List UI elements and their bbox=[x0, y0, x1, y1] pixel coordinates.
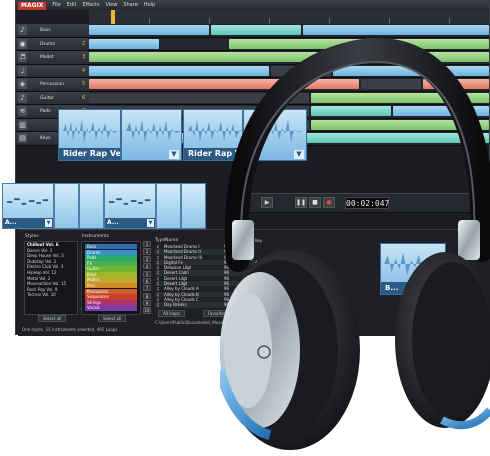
number-button[interactable]: 3 bbox=[143, 255, 151, 262]
headphones-image bbox=[220, 37, 490, 450]
clip-label: Rider Rap Ver... bbox=[59, 148, 120, 160]
instrument-item[interactable]: Perc bbox=[85, 283, 137, 289]
column-type[interactable]: Type bbox=[155, 237, 165, 244]
column-name[interactable]: Name bbox=[165, 237, 225, 244]
audio-clip[interactable] bbox=[89, 38, 159, 49]
audio-clip-large[interactable] bbox=[181, 183, 206, 229]
track-name: Guitar bbox=[40, 95, 54, 101]
instruments-list: Bass Drums Pads FX Guitar Keys Mallet Pe… bbox=[81, 241, 141, 315]
status-text: One styles, 15 instruments selected, 491… bbox=[22, 327, 118, 332]
track-header[interactable]: ♬ Mallet 3 bbox=[16, 51, 89, 64]
mallet-icon: ♬ bbox=[18, 52, 27, 62]
waveform bbox=[63, 119, 118, 143]
instrument-item[interactable]: Vocals bbox=[85, 305, 137, 311]
audio-clip-large[interactable]: A... ▼ bbox=[104, 183, 156, 229]
track-name: Keys bbox=[40, 136, 51, 141]
all-loops-button[interactable]: All loops bbox=[158, 310, 185, 317]
number-button[interactable]: 9 bbox=[143, 300, 151, 307]
clip-menu-icon[interactable]: ▼ bbox=[147, 219, 154, 227]
number-button[interactable]: 7 bbox=[143, 285, 151, 292]
styles-title: Styles bbox=[25, 234, 39, 239]
clip-menu-icon[interactable]: ▼ bbox=[45, 219, 52, 227]
number-button[interactable]: 10 bbox=[143, 307, 151, 314]
number-button[interactable]: 1 bbox=[143, 241, 151, 248]
instrument-item[interactable]: Keys bbox=[85, 271, 137, 278]
track-header[interactable]: ◈ Percussion 5 bbox=[16, 78, 89, 91]
menu-effects[interactable]: Effects bbox=[82, 1, 99, 10]
pads-icon: ≋ bbox=[18, 106, 27, 116]
loop-type: ♫ bbox=[156, 302, 160, 308]
track-header[interactable]: ♪ Guitar 6 bbox=[16, 91, 89, 104]
instrument-item[interactable]: Percussion bbox=[85, 288, 137, 295]
track-name: Drums bbox=[40, 41, 55, 47]
waveform bbox=[6, 198, 49, 205]
instrument-item[interactable]: Sequences bbox=[85, 294, 137, 300]
playhead-marker[interactable] bbox=[111, 10, 115, 24]
percussion-icon: ◈ bbox=[18, 79, 27, 89]
bass-guitar-icon: ♪ bbox=[18, 25, 27, 35]
menu-file[interactable]: File bbox=[52, 1, 60, 10]
audio-clip-large[interactable]: A... ▼ bbox=[2, 183, 54, 229]
guitar-icon: ♪ bbox=[18, 92, 27, 103]
audio-clip-large[interactable]: Rider Rap Ver... bbox=[58, 109, 121, 161]
select-all-instruments-button[interactable]: Select all bbox=[98, 315, 127, 322]
instrument-item[interactable]: Strings bbox=[85, 299, 137, 306]
track-name: Pads bbox=[40, 109, 51, 114]
loop-name: Day Breaks bbox=[164, 302, 187, 308]
track-number: 6 bbox=[82, 94, 86, 101]
instrument-icon: ♩ bbox=[18, 65, 27, 76]
keys-icon: ▤ bbox=[18, 133, 27, 143]
instrument-item[interactable]: Mallet bbox=[85, 277, 137, 283]
audio-clip-large[interactable]: ▼ bbox=[121, 109, 182, 161]
number-button[interactable]: 8 bbox=[143, 292, 151, 299]
clip-menu-icon[interactable]: ▼ bbox=[169, 150, 179, 159]
track-header[interactable]: ♪ Bass bbox=[16, 24, 89, 37]
audio-clip-large[interactable] bbox=[54, 183, 79, 229]
style-item[interactable]: Techno Vol. 10 bbox=[25, 292, 77, 298]
audio-clip[interactable] bbox=[89, 25, 209, 35]
drums-icon: ◉ bbox=[18, 38, 27, 49]
piano-icon: ▥ bbox=[18, 119, 27, 130]
styles-list: Chillout Vol. 6 Dance Vol. 3 Deep House … bbox=[24, 241, 78, 315]
number-button[interactable]: 6 bbox=[143, 277, 151, 285]
instruments-title: Instruments bbox=[82, 234, 110, 239]
track-header[interactable]: ♩ 4 bbox=[16, 64, 89, 77]
menu-view[interactable]: View bbox=[105, 1, 117, 10]
menu-bar: MAGIX File Edit Effects View Share Help bbox=[16, 1, 489, 10]
instrument-item[interactable]: Bass bbox=[85, 244, 137, 250]
number-button[interactable]: 2 bbox=[143, 248, 151, 255]
number-buttons: 1 2 3 4 5 6 7 8 9 10 bbox=[143, 241, 153, 315]
zoomed-clips-left: A... ▼ A... ▼ bbox=[2, 183, 207, 229]
track-name: Mallet bbox=[40, 55, 54, 60]
waveform bbox=[126, 120, 181, 142]
track-number: 3 bbox=[82, 54, 86, 60]
track-header[interactable]: ◉ Drums 2 bbox=[16, 37, 89, 50]
instrument-item[interactable]: Pads bbox=[85, 255, 137, 261]
audio-clip-large[interactable] bbox=[156, 183, 181, 229]
app-logo: MAGIX bbox=[18, 1, 47, 10]
instrument-item[interactable]: Drums bbox=[85, 249, 137, 255]
menu-share[interactable]: Share bbox=[123, 1, 137, 10]
menu-help[interactable]: Help bbox=[144, 1, 155, 10]
instrument-item[interactable]: Guitar bbox=[85, 266, 137, 272]
number-button[interactable]: 4 bbox=[143, 263, 151, 270]
number-button[interactable]: 5 bbox=[143, 270, 151, 277]
track-name: Bass bbox=[40, 28, 51, 33]
instrument-item[interactable]: FX bbox=[85, 260, 137, 267]
menu-edit[interactable]: Edit bbox=[67, 1, 77, 10]
track-number: 5 bbox=[82, 81, 86, 87]
track-number: 2 bbox=[82, 40, 86, 47]
track-name: Percussion bbox=[40, 82, 64, 87]
select-all-styles-button[interactable]: Select all bbox=[38, 315, 67, 322]
track-number: 4 bbox=[82, 67, 86, 74]
waveform bbox=[108, 198, 151, 205]
audio-clip-large[interactable] bbox=[79, 183, 104, 229]
